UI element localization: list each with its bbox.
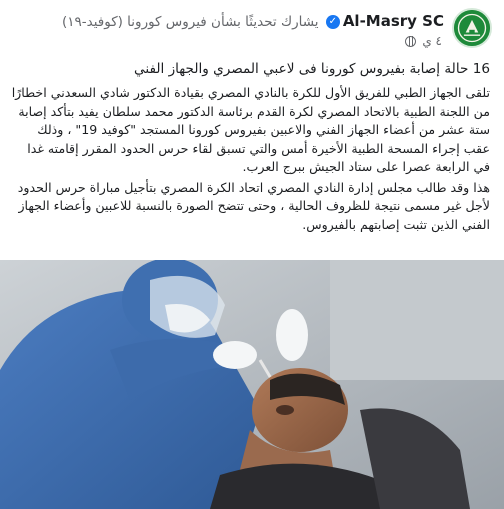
club-logo-icon[interactable] bbox=[452, 8, 492, 48]
post-headline: 16 حالة إصابة بفيروس كورونا فى لاعبي الم… bbox=[134, 61, 490, 77]
post-timestamp[interactable]: ٤ ي bbox=[422, 34, 442, 48]
verified-badge-icon: ✓ bbox=[325, 15, 340, 29]
post-paragraph-1: تلقى الجهاز الطبي للفريق الأول للكرة بال… bbox=[11, 85, 490, 174]
facebook-post: Al-Masry SC✓ يشارك تحديثًا بشأن فيروس كو… bbox=[0, 0, 504, 509]
post-body: 16 حالة إصابة بفيروس كورونا فى لاعبي الم… bbox=[8, 58, 490, 235]
post-photo[interactable] bbox=[0, 260, 504, 509]
page-name-link[interactable]: Al-Masry SC bbox=[343, 12, 444, 30]
page-title-line: Al-Masry SC✓ يشارك تحديثًا بشأن فيروس كو… bbox=[4, 10, 444, 32]
post-action-text[interactable]: يشارك تحديثًا بشأن فيروس كورونا (كوفيد-١… bbox=[62, 14, 319, 30]
post-header: Al-Masry SC✓ يشارك تحديثًا بشأن فيروس كو… bbox=[0, 0, 504, 60]
medical-swab-photo bbox=[0, 260, 504, 509]
post-meta: ٤ ي bbox=[402, 33, 442, 49]
post-paragraph-2: هذا وقد طالب مجلس إدارة النادي المصري ات… bbox=[17, 179, 490, 232]
globe-icon bbox=[404, 36, 416, 47]
